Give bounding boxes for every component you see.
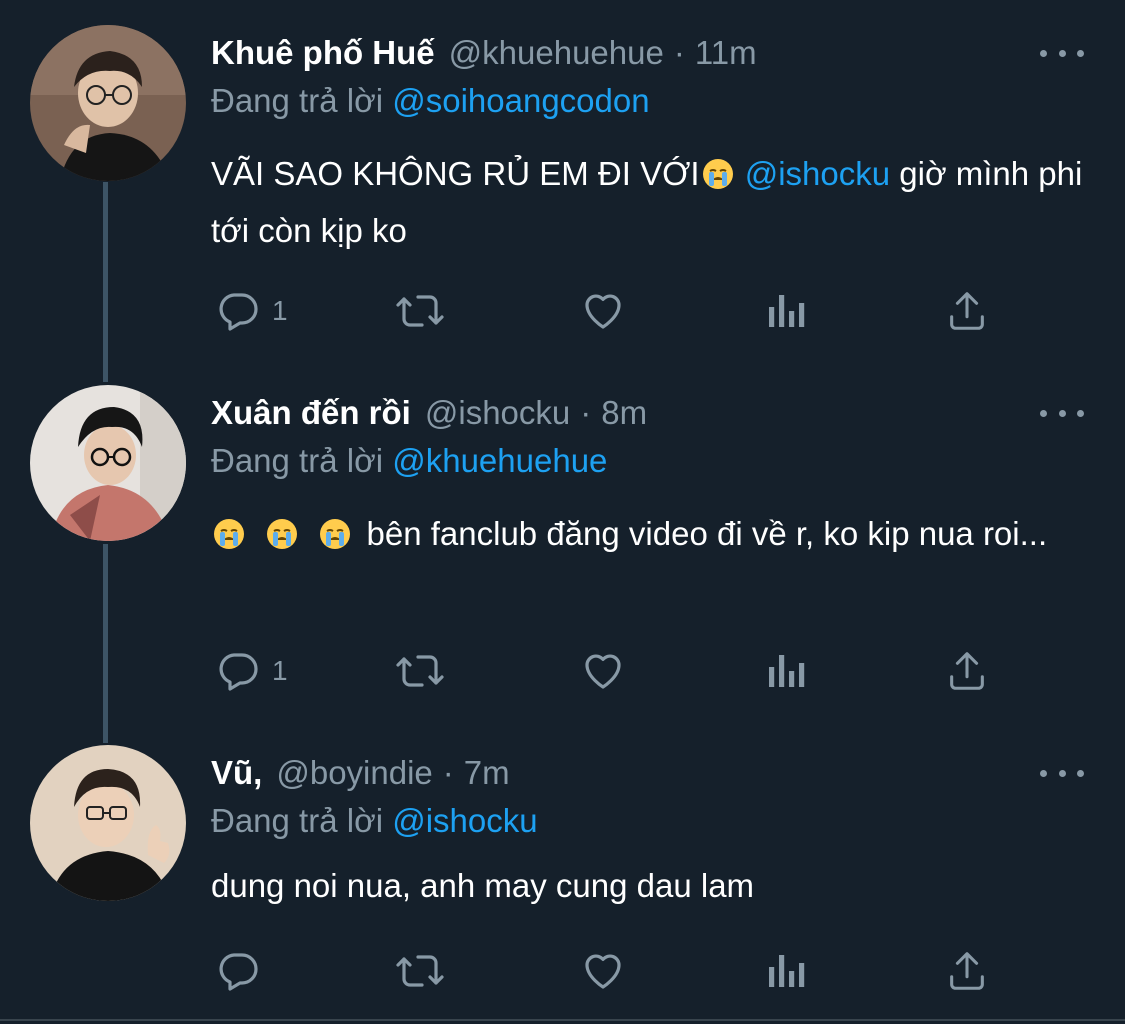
tweet-text: bên fanclub đăng video đi về r, ko kip n… [211,508,1091,565]
reply-to-mention[interactable]: @khuehuehue [392,442,607,479]
display-name[interactable]: Xuân đến rồi [211,394,411,432]
timestamp[interactable]: 8m [601,394,647,432]
heart-icon [585,654,621,689]
analytics-icon [769,295,805,327]
share-button[interactable] [944,946,990,996]
tweet-text: dung noi nua, anh may cung dau lam [211,860,1091,912]
tweet-header: Khuê phố Huế @khuehuehue · 11m [211,30,757,76]
reply-icon [219,953,258,991]
reply-count: 1 [272,295,288,326]
timestamp[interactable]: 11m [695,34,757,72]
more-icon[interactable] [1040,758,1084,788]
retweet-icon [396,295,444,327]
heart-icon [585,294,621,329]
loudly-crying-face-emoji [213,513,245,565]
reply-prefix: Đang trả lời [211,82,384,119]
retweet-button[interactable] [394,646,446,696]
tweet-text-part1: VÃI SAO KHÔNG RỦ EM ĐI VỚI [211,155,700,192]
analytics-button[interactable] [764,646,806,696]
timestamp[interactable]: 7m [464,754,510,792]
reply-icon [219,653,258,691]
loudly-crying-face-emoji [266,513,298,565]
tweet-header: Vũ, @boyindie · 7m [211,750,510,796]
avatar[interactable] [30,25,186,181]
share-button[interactable] [944,286,990,336]
reply-button[interactable] [214,946,272,996]
avatar[interactable] [30,385,186,541]
tweet-2[interactable]: Xuân đến rồi @ishocku · 8m Đang trả lời … [0,360,1125,722]
username[interactable]: @khuehuehue [449,34,664,72]
loudly-crying-face-emoji [702,153,734,205]
separator: · [442,754,454,791]
tweet-actions [0,946,1125,996]
reply-context: Đang trả lời @soihoangcodon [211,82,650,120]
username[interactable]: @boyindie [276,754,432,792]
share-icon [950,952,984,990]
tweet-header: Xuân đến rồi @ishocku · 8m [211,390,647,436]
analytics-button[interactable] [764,286,806,336]
username[interactable]: @ishocku [425,394,570,432]
reply-to-mention[interactable]: @soihoangcodon [392,82,649,119]
like-button[interactable] [578,286,628,336]
tweet-text-body: bên fanclub đăng video đi về r, ko kip n… [357,515,1048,552]
analytics-icon [769,655,805,687]
reply-count: 1 [272,655,288,686]
heart-icon [585,954,621,989]
reply-button[interactable]: 1 [214,286,288,336]
share-button[interactable] [944,646,990,696]
retweet-icon [396,955,444,987]
analytics-button[interactable] [764,946,806,996]
tweet-3[interactable]: Vũ, @boyindie · 7m Đang trả lời @ishocku… [0,720,1125,1020]
reply-prefix: Đang trả lời [211,442,384,479]
like-button[interactable] [578,646,628,696]
tweet-text: VÃI SAO KHÔNG RỦ EM ĐI VỚI @ishocku giờ … [211,148,1091,257]
analytics-icon [769,955,805,987]
separator: · [673,34,685,71]
more-icon[interactable] [1040,38,1084,68]
display-name[interactable]: Vũ, [211,754,262,792]
tweet-actions: 1 [0,286,1125,336]
display-name[interactable]: Khuê phố Huế [211,34,435,72]
reply-button[interactable]: 1 [214,646,288,696]
share-icon [950,652,984,690]
tweet-actions: 1 [0,646,1125,696]
reply-icon [219,293,258,331]
reply-context: Đang trả lời @ishocku [211,802,538,840]
reply-prefix: Đang trả lời [211,802,384,839]
tweet-1[interactable]: Khuê phố Huế @khuehuehue · 11m Đang trả … [0,0,1125,360]
share-icon [950,292,984,330]
tweet-text-body: dung noi nua, anh may cung dau lam [211,867,755,904]
retweet-button[interactable] [394,946,446,996]
like-button[interactable] [578,946,628,996]
separator: · [580,394,592,431]
more-icon[interactable] [1040,398,1084,428]
retweet-icon [396,655,444,687]
reply-context: Đang trả lời @khuehuehue [211,442,607,480]
reply-to-mention[interactable]: @ishocku [392,802,537,839]
retweet-button[interactable] [394,286,446,336]
loudly-crying-face-emoji [319,513,351,565]
mention-link[interactable]: @ishocku [745,155,890,192]
divider [0,1019,1125,1021]
avatar[interactable] [30,745,186,901]
